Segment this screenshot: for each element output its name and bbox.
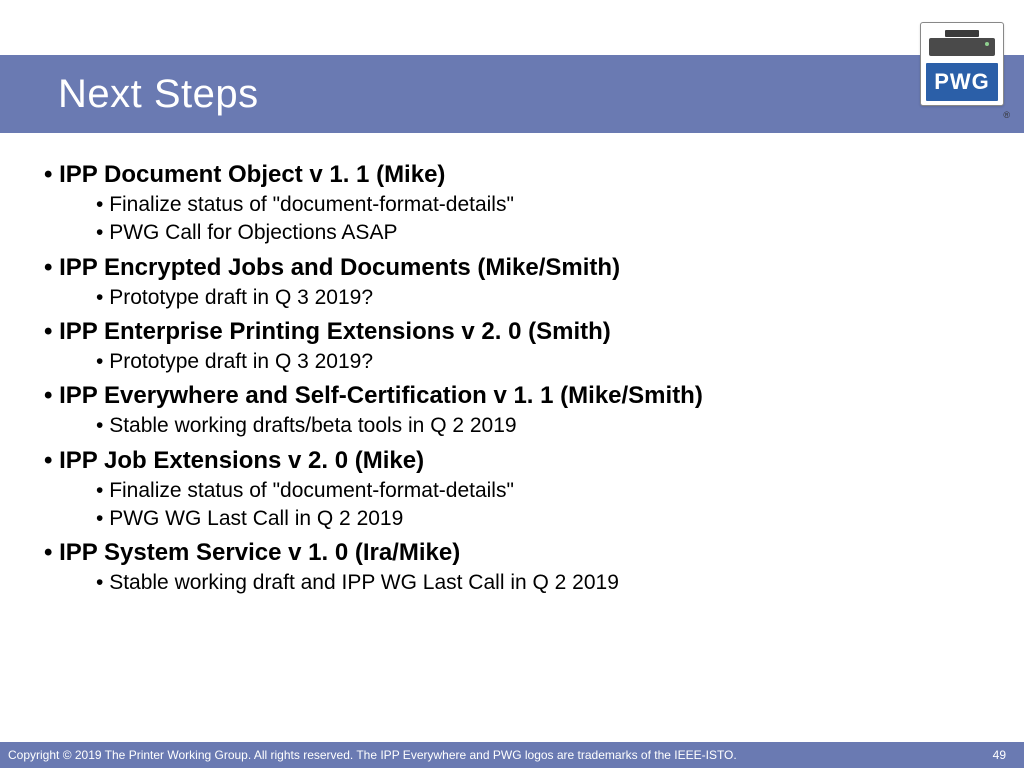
bullet-lvl2: PWG WG Last Call in Q 2 2019	[96, 505, 994, 533]
printer-icon	[926, 30, 998, 60]
item-group: IPP Job Extensions v 2. 0 (Mike) Finaliz…	[44, 447, 994, 534]
footer-bar: Copyright © 2019 The Printer Working Gro…	[0, 742, 1024, 768]
item-group: IPP Enterprise Printing Extensions v 2. …	[44, 318, 994, 376]
item-group: IPP Document Object v 1. 1 (Mike) Finali…	[44, 161, 994, 248]
registered-mark: ®	[1003, 110, 1010, 120]
page-number: 49	[993, 748, 1006, 762]
bullet-lvl1: IPP Encrypted Jobs and Documents (Mike/S…	[44, 254, 994, 282]
slide: Next Steps PWG ® IPP Document Object v 1…	[0, 0, 1024, 768]
bullet-lvl2: Stable working drafts/beta tools in Q 2 …	[96, 412, 994, 440]
item-group: IPP Encrypted Jobs and Documents (Mike/S…	[44, 254, 994, 312]
bullet-lvl1: IPP Enterprise Printing Extensions v 2. …	[44, 318, 994, 346]
bullet-lvl1: IPP Job Extensions v 2. 0 (Mike)	[44, 447, 994, 475]
bullet-lvl1: IPP Everywhere and Self-Certification v …	[44, 382, 994, 410]
bullet-lvl2: Finalize status of "document-format-deta…	[96, 477, 994, 505]
item-group: IPP System Service v 1. 0 (Ira/Mike) Sta…	[44, 539, 994, 597]
bullet-lvl2: Prototype draft in Q 3 2019?	[96, 284, 994, 312]
bullet-lvl2: Prototype draft in Q 3 2019?	[96, 348, 994, 376]
content: IPP Document Object v 1. 1 (Mike) Finali…	[44, 155, 994, 602]
bullet-lvl2: Stable working draft and IPP WG Last Cal…	[96, 569, 994, 597]
bullet-lvl2: PWG Call for Objections ASAP	[96, 219, 994, 247]
pwg-logo-text: PWG	[926, 63, 998, 101]
bullet-lvl1: IPP System Service v 1. 0 (Ira/Mike)	[44, 539, 994, 567]
item-group: IPP Everywhere and Self-Certification v …	[44, 382, 994, 440]
bullet-lvl1: IPP Document Object v 1. 1 (Mike)	[44, 161, 994, 189]
bullet-lvl2: Finalize status of "document-format-deta…	[96, 191, 994, 219]
pwg-logo: PWG ®	[920, 22, 1004, 134]
header-bar: Next Steps	[0, 55, 1024, 133]
copyright-text: Copyright © 2019 The Printer Working Gro…	[8, 748, 737, 762]
pwg-logo-box: PWG	[920, 22, 1004, 106]
slide-title: Next Steps	[58, 72, 259, 117]
